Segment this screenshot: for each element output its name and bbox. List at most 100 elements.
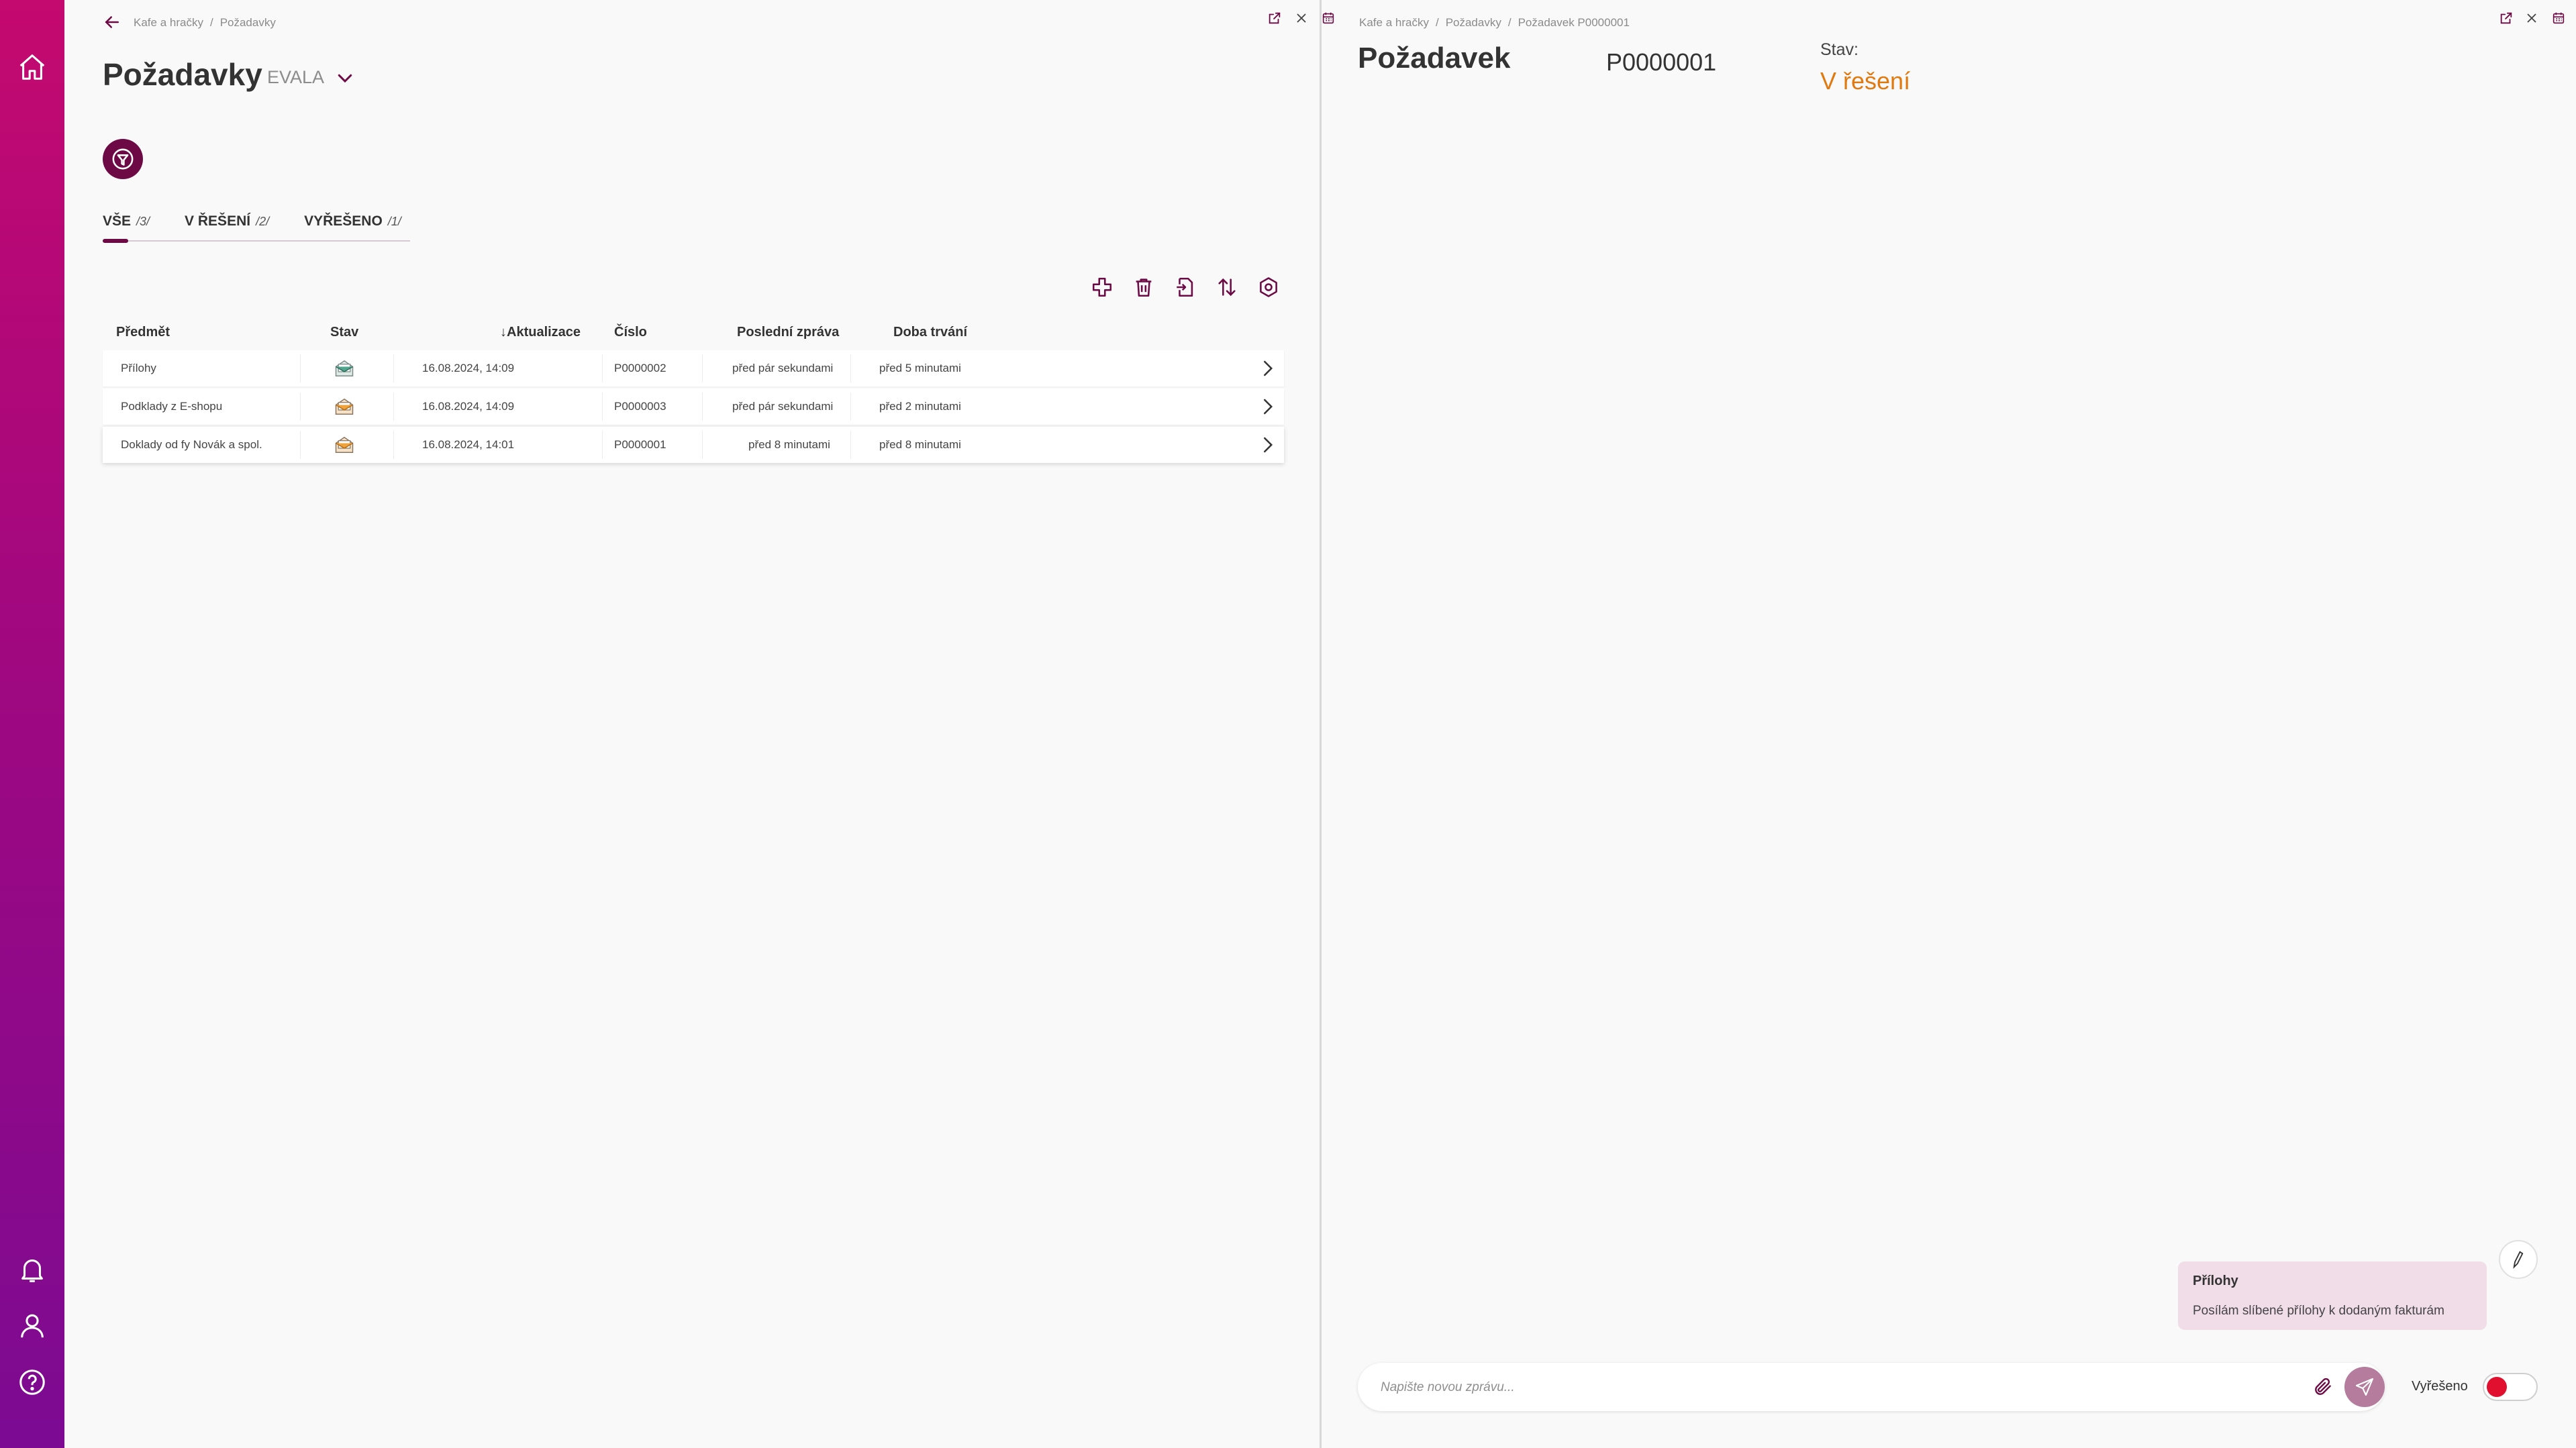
row-last-message: před pár sekundami	[732, 400, 834, 413]
table-row[interactable]: Přílohy 16.08.2024, 14:09 P0000002 před …	[103, 350, 1284, 386]
tab-in-progress[interactable]: V ŘEŠENÍ/2/	[185, 213, 269, 240]
bell-icon[interactable]	[15, 1252, 50, 1287]
tab-all[interactable]: VŠE/3/	[103, 213, 150, 243]
tab-resolved[interactable]: VYŘEŠENO/1/	[304, 213, 401, 240]
open-external-icon[interactable]	[1266, 9, 1283, 27]
column-divider	[393, 431, 394, 459]
home-icon[interactable]	[15, 50, 50, 85]
add-icon[interactable]	[1090, 275, 1114, 299]
row-last-message: před 8 minutami	[748, 438, 830, 451]
help-icon[interactable]	[15, 1365, 50, 1400]
chevron-down-icon	[338, 74, 352, 83]
mail-read-icon	[335, 360, 354, 376]
user-icon[interactable]	[15, 1308, 50, 1343]
row-number: P0000003	[614, 400, 666, 413]
breadcrumb-item-requests[interactable]: Požadavky	[1446, 16, 1501, 29]
settings-icon[interactable]	[1256, 275, 1281, 299]
breadcrumb-item-company[interactable]: Kafe a hračky	[1359, 16, 1429, 29]
breadcrumb: Kafe a hračky / Požadavky / Požadavek P00000…	[1359, 16, 1630, 30]
row-subject: Doklady od fy Novák a spol.	[121, 438, 262, 451]
organization-select[interactable]: EVALA	[267, 67, 355, 88]
close-icon[interactable]	[1293, 9, 1310, 27]
requests-list-pane: Kafe a hračky / Požadavky Požadavky EVALA …	[64, 0, 1334, 1448]
table-toolbar	[1090, 275, 1281, 299]
col-header-number[interactable]: Číslo	[614, 325, 647, 340]
organization-select-value: EVALA	[267, 67, 325, 87]
breadcrumb-item-current: Požadavek P0000001	[1518, 16, 1630, 29]
table-row[interactable]: Podklady z E-shopu 16.08.2024, 14:09 P00…	[103, 389, 1284, 425]
col-header-updated[interactable]: ↓Aktualizace	[500, 325, 581, 340]
col-header-last-message[interactable]: Poslední zpráva	[737, 325, 839, 340]
resolved-toggle[interactable]	[2483, 1373, 2538, 1401]
column-divider	[850, 393, 851, 421]
mail-open-icon	[335, 436, 354, 453]
request-detail-pane: Kafe a hračky / Požadavky / Požadavek P00000…	[1322, 0, 2576, 1448]
close-icon[interactable]	[2523, 9, 2540, 27]
back-arrow-icon[interactable]	[102, 12, 122, 32]
paperclip-icon[interactable]	[2312, 1376, 2334, 1398]
column-divider	[602, 354, 603, 382]
send-icon	[2355, 1378, 2374, 1396]
resolved-label: Vyřešeno	[2412, 1379, 2468, 1394]
table-row[interactable]: Doklady od fy Novák a spol. 16.08.2024, …	[103, 427, 1284, 463]
column-divider	[602, 431, 603, 459]
export-icon[interactable]	[1173, 275, 1197, 299]
page-title: Požadavky	[103, 57, 262, 92]
col-header-duration[interactable]: Doba trvání	[893, 325, 967, 340]
col-header-status[interactable]: Stav	[330, 325, 358, 340]
column-divider	[393, 354, 394, 382]
breadcrumb: Kafe a hračky / Požadavky	[134, 16, 276, 30]
row-subject: Přílohy	[121, 362, 156, 374]
breadcrumb-separator: /	[1435, 16, 1439, 29]
column-divider	[393, 393, 394, 421]
chevron-right-icon[interactable]	[1257, 435, 1277, 455]
request-title: Požadavek	[1358, 42, 1511, 74]
tab-in-progress-count: /2/	[256, 215, 270, 228]
edit-button[interactable]	[2499, 1240, 2538, 1279]
send-button[interactable]	[2344, 1367, 2385, 1407]
row-duration: před 2 minutami	[879, 400, 961, 413]
sidebar	[0, 0, 64, 1448]
column-divider	[602, 393, 603, 421]
column-divider	[300, 393, 301, 421]
breadcrumb-item-company[interactable]: Kafe a hračky	[134, 16, 203, 29]
column-divider	[850, 431, 851, 459]
pen-icon	[2513, 1251, 2524, 1269]
chevron-right-icon[interactable]	[1257, 397, 1277, 417]
open-external-icon[interactable]	[2497, 9, 2515, 27]
column-divider	[702, 393, 703, 421]
status-tabs: VŠE/3/ V ŘEŠENÍ/2/ VYŘEŠENO/1/	[103, 213, 410, 243]
breadcrumb-separator: /	[209, 16, 213, 29]
row-duration: před 8 minutami	[879, 438, 961, 451]
sort-arrow-down-icon: ↓	[500, 325, 507, 340]
filter-icon	[112, 148, 134, 170]
tab-resolved-count: /1/	[387, 215, 401, 228]
requests-table: Předmět Stav ↓Aktualizace Číslo Poslední…	[103, 317, 1284, 465]
row-updated: 16.08.2024, 14:09	[422, 400, 515, 413]
sort-icon[interactable]	[1215, 275, 1239, 299]
chevron-right-icon[interactable]	[1257, 358, 1277, 378]
breadcrumb-item-requests[interactable]: Požadavky	[220, 16, 276, 29]
calendar-icon[interactable]	[2548, 9, 2569, 27]
status-value: V řešení	[1820, 67, 1911, 95]
row-last-message: před pár sekundami	[732, 362, 834, 374]
message-input[interactable]	[1379, 1374, 2281, 1402]
row-updated: 16.08.2024, 14:01	[422, 438, 515, 451]
breadcrumb-separator: /	[1507, 16, 1512, 29]
filter-button[interactable]	[103, 139, 143, 179]
message-text: Posílám slíbené přílohy k dodaným faktur…	[2193, 1304, 2444, 1318]
column-divider	[850, 354, 851, 382]
mail-open-icon	[335, 398, 354, 415]
message-bubble: Přílohy Posílám slíbené přílohy k dodaný…	[2178, 1261, 2487, 1330]
message-title: Přílohy	[2193, 1274, 2238, 1288]
tab-resolved-label: VYŘEŠENO	[304, 213, 383, 229]
col-header-updated-label: Aktualizace	[507, 325, 581, 340]
row-subject: Podklady z E-shopu	[121, 400, 223, 413]
request-number: P0000001	[1606, 48, 1717, 76]
delete-icon[interactable]	[1132, 275, 1156, 299]
column-divider	[300, 354, 301, 382]
row-duration: před 5 minutami	[879, 362, 961, 374]
column-divider	[300, 431, 301, 459]
status-label: Stav:	[1820, 40, 1859, 59]
col-header-subject[interactable]: Předmět	[116, 325, 170, 340]
